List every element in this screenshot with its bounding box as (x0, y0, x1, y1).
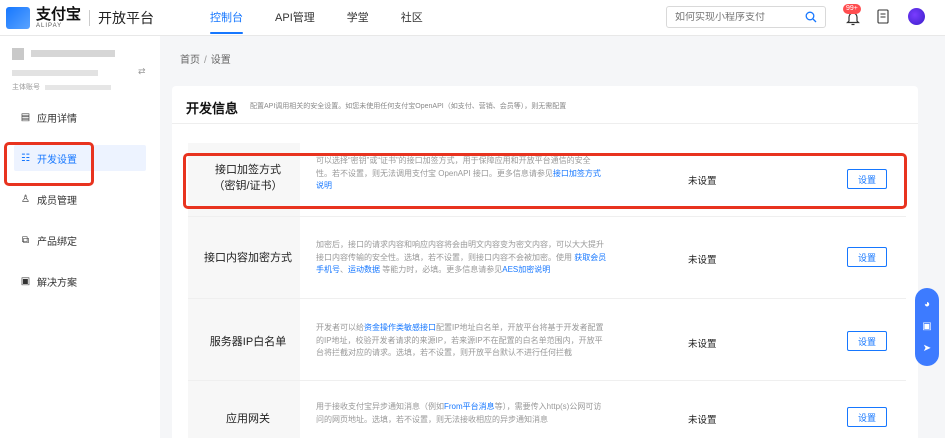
table-row: 应用网关 用于接收支付宝异步通知消息（例如From平台消息等），需要传入http… (188, 381, 906, 438)
sidebar: 主体账号 ⇄ ▤ 应用详情 ☷ 开发设置 ♙ 成员管理 ⧉ 产品绑定 ▣ 解决方… (0, 36, 160, 438)
top-navigation-bar: 支付宝 ALIPAY 开放平台 控制台 API管理 学堂 社区 99+ (0, 0, 945, 36)
main-nav: 控制台 API管理 学堂 社区 (210, 0, 455, 36)
sidebar-item-product-bind[interactable]: ⧉ 产品绑定 (14, 227, 146, 253)
signing-method-link[interactable]: 接口加签方式 (553, 169, 601, 178)
nav-community[interactable]: 社区 (401, 0, 423, 36)
row-description: 加密后，接口的请求内容和响应内容将会由明文内容变为密文内容，可以大大提升 接口内… (316, 240, 607, 274)
sidebar-item-label: 成员管理 (37, 195, 77, 207)
app-detail-icon: ▤ (20, 111, 31, 123)
app-name-redacted (31, 50, 116, 58)
row-status: 未设置 (688, 176, 717, 187)
nav-academy[interactable]: 学堂 (347, 0, 369, 36)
product-bind-icon: ⧉ (21, 234, 30, 246)
logo-cn-text: 支付宝 (36, 5, 82, 23)
notification-badge: 99+ (843, 4, 861, 14)
sidebar-item-solutions[interactable]: ▣ 解决方案 (14, 268, 146, 294)
row-status: 未设置 (688, 255, 717, 266)
sidebar-item-dev-settings[interactable]: ☷ 开发设置 (14, 145, 146, 171)
chat-icon[interactable]: ◕ (924, 300, 930, 310)
sidebar-item-label: 开发设置 (37, 154, 77, 166)
sensitive-api-link[interactable]: 资金操作类敏感接口 (364, 323, 436, 332)
app-avatar (12, 47, 24, 60)
table-row: 接口内容加密方式 加密后，接口的请求内容和响应内容将会由明文内容变为密文内容，可… (188, 217, 906, 299)
logo-en-text: ALIPAY (36, 22, 63, 29)
nav-console[interactable]: 控制台 (210, 0, 244, 36)
app-id-redacted (12, 70, 98, 76)
signing-method-link-cont[interactable]: 说明 (316, 180, 676, 193)
alipay-logo[interactable]: 支付宝 ALIPAY 开放平台 (6, 5, 155, 29)
panel-divider (172, 123, 918, 124)
search-input[interactable] (675, 11, 795, 23)
get-member-phone-link[interactable]: 获取会员 (574, 253, 606, 262)
row-description: 开发者可以给资金操作类敏感接口配置IP地址白名单，开放平台将基于开发者配置 的I… (316, 323, 604, 357)
platform-name: 开放平台 (98, 9, 155, 26)
document-icon[interactable] (877, 9, 889, 24)
from-platform-message-link[interactable]: From平台消息 (444, 402, 495, 411)
breadcrumb-current: 设置 (210, 55, 231, 66)
search-icon[interactable] (805, 11, 817, 23)
sport-data-link[interactable]: 运动数据 (348, 265, 380, 274)
sidebar-item-label: 应用详情 (37, 113, 77, 125)
account-id-label: 主体账号 (12, 84, 40, 91)
floating-toolbar: ◕ ▣ ➤ (915, 288, 939, 366)
aes-encryption-link[interactable]: AES加密说明 (502, 265, 550, 274)
set-ip-whitelist-button[interactable]: 设置 (847, 331, 887, 351)
sidebar-item-members[interactable]: ♙ 成员管理 (14, 186, 146, 212)
switch-app-icon[interactable]: ⇄ (138, 66, 146, 77)
table-row: 服务器IP白名单 开发者可以给资金操作类敏感接口配置IP地址白名单，开放平台将基… (188, 299, 906, 381)
breadcrumb-separator: / (204, 55, 207, 66)
user-avatar[interactable] (908, 8, 925, 25)
breadcrumb-home[interactable]: 首页 (180, 55, 200, 66)
help-icon[interactable]: ▣ (922, 322, 931, 332)
feedback-icon[interactable]: ➤ (923, 344, 931, 354)
row-description: 可以选择“密钥”或“证书”的接口加签方式，用于保障应用和开放平台通信的安全 性。… (316, 155, 676, 193)
get-member-phone-link-cont[interactable]: 手机号 (316, 265, 340, 274)
set-encryption-button[interactable]: 设置 (847, 247, 887, 267)
row-status: 未设置 (688, 339, 717, 350)
dev-settings-icon: ☷ (21, 152, 30, 164)
row-label: 接口加签方式 （密钥/证书） (213, 164, 283, 192)
panel-title: 开发信息 (186, 101, 239, 116)
panel-description: 配置API调用相关的安全设置。如您未使用任何支付宝OpenAPI（如支付、营销、… (250, 103, 567, 110)
solution-icon: ▣ (20, 275, 31, 287)
table-row: 接口加签方式 （密钥/证书） 可以选择“密钥”或“证书”的接口加签方式，用于保障… (188, 143, 906, 217)
account-id-redacted (44, 84, 111, 90)
logo-divider (89, 9, 91, 26)
account-info: 主体账号 (12, 46, 116, 92)
set-app-gateway-button[interactable]: 设置 (847, 407, 887, 427)
row-label: 接口内容加密方式 (204, 252, 292, 264)
row-description: 用于接收支付宝异步通知消息（例如From平台消息等），需要传入http(s)公网… (316, 402, 602, 424)
sidebar-menu: ▤ 应用详情 ☷ 开发设置 ♙ 成员管理 ⧉ 产品绑定 ▣ 解决方案 (0, 104, 160, 309)
row-label: 服务器IP白名单 (209, 336, 287, 348)
sidebar-item-label: 解决方案 (37, 277, 77, 289)
sidebar-item-app-detail[interactable]: ▤ 应用详情 (14, 104, 146, 130)
breadcrumb: 首页 / 设置 (180, 51, 231, 66)
search-box (666, 6, 826, 28)
settings-table: 接口加签方式 （密钥/证书） 可以选择“密钥”或“证书”的接口加签方式，用于保障… (188, 143, 906, 438)
sidebar-item-label: 产品绑定 (37, 236, 77, 248)
row-label: 应用网关 (226, 413, 270, 425)
nav-api-management[interactable]: API管理 (275, 0, 315, 36)
set-signing-method-button[interactable]: 设置 (847, 169, 887, 189)
row-status: 未设置 (688, 415, 717, 426)
alipay-logo-icon (6, 6, 30, 29)
members-icon: ♙ (21, 193, 30, 205)
